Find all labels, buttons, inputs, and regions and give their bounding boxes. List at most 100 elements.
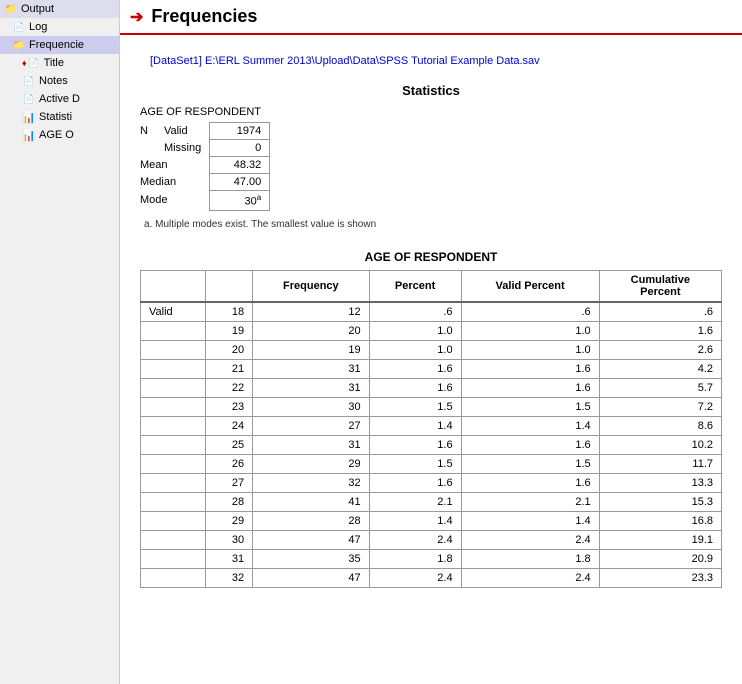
freq-group-label bbox=[141, 397, 206, 416]
freq-age-label: 28 bbox=[206, 492, 253, 511]
freq-age-label: 26 bbox=[206, 454, 253, 473]
freq-frequency: 31 bbox=[253, 359, 369, 378]
freq-age-label: 18 bbox=[206, 302, 253, 322]
sidebar: 📁 Output 📄 Log 📁 Frequencie ♦ 📄 Title 📄 … bbox=[0, 0, 120, 684]
freq-group-label: Valid bbox=[141, 302, 206, 322]
freq-group-label bbox=[141, 416, 206, 435]
freq-frequency: 31 bbox=[253, 435, 369, 454]
freq-cumulative-percent: .6 bbox=[599, 302, 721, 322]
freq-valid-percent: 2.4 bbox=[461, 568, 599, 587]
sidebar-item-title[interactable]: ♦ 📄 Title bbox=[0, 54, 119, 72]
sidebar-item-frequencies-label: Frequencie bbox=[29, 39, 84, 51]
freq-age-label: 23 bbox=[206, 397, 253, 416]
freq-valid-percent: 1.6 bbox=[461, 473, 599, 492]
freq-cumulative-percent: 10.2 bbox=[599, 435, 721, 454]
table-row: 20191.01.02.6 bbox=[141, 340, 722, 359]
freq-cumulative-percent: 16.8 bbox=[599, 511, 721, 530]
sidebar-item-output-label: Output bbox=[21, 3, 54, 15]
statistics-section: Statistics AGE OF RESPONDENT N Valid 197… bbox=[140, 83, 722, 230]
freq-group-label bbox=[141, 378, 206, 397]
col-header-percent: Percent bbox=[369, 270, 461, 302]
col-header-cumulative-percent: CumulativePercent bbox=[599, 270, 721, 302]
freq-percent: 1.6 bbox=[369, 435, 461, 454]
col-header-age bbox=[206, 270, 253, 302]
sidebar-item-active[interactable]: 📄 Active D bbox=[0, 90, 119, 108]
freq-group-label bbox=[141, 568, 206, 587]
freq-valid-percent: 1.6 bbox=[461, 435, 599, 454]
freq-percent: 1.4 bbox=[369, 416, 461, 435]
freq-group-label bbox=[141, 321, 206, 340]
freq-valid-percent: 2.1 bbox=[461, 492, 599, 511]
sidebar-item-output[interactable]: 📁 Output bbox=[0, 0, 119, 18]
table-header-row: Frequency Percent Valid Percent Cumulati… bbox=[141, 270, 722, 302]
freq-age-label: 29 bbox=[206, 511, 253, 530]
table-row: 30472.42.419.1 bbox=[141, 530, 722, 549]
freq-age-label: 25 bbox=[206, 435, 253, 454]
freq-percent: 1.8 bbox=[369, 549, 461, 568]
freq-cumulative-percent: 20.9 bbox=[599, 549, 721, 568]
col-header-frequency: Frequency bbox=[253, 270, 369, 302]
freq-valid-percent: 1.6 bbox=[461, 378, 599, 397]
freq-frequency: 12 bbox=[253, 302, 369, 322]
freq-age-label: 32 bbox=[206, 568, 253, 587]
freq-group-label bbox=[141, 530, 206, 549]
table-row: Mean 48.32 bbox=[140, 157, 270, 174]
mode-value: 30a bbox=[210, 191, 270, 211]
sidebar-item-statistics-label: Statisti bbox=[39, 111, 72, 123]
valid-value: 1974 bbox=[210, 123, 270, 140]
freq-cumulative-percent: 13.3 bbox=[599, 473, 721, 492]
freq-percent: 2.4 bbox=[369, 568, 461, 587]
table-row: 32472.42.423.3 bbox=[141, 568, 722, 587]
freq-valid-percent: 1.4 bbox=[461, 511, 599, 530]
table-row: 31351.81.820.9 bbox=[141, 549, 722, 568]
sidebar-item-log[interactable]: 📄 Log bbox=[0, 18, 119, 36]
dataset-link[interactable]: [DataSet1] E:\ERL Summer 2013\Upload\Dat… bbox=[140, 55, 722, 67]
freq-frequency: 31 bbox=[253, 378, 369, 397]
freq-group-label bbox=[141, 511, 206, 530]
freq-group-label bbox=[141, 454, 206, 473]
sidebar-item-age-output[interactable]: 📊 AGE O bbox=[0, 126, 119, 144]
freq-percent: .6 bbox=[369, 302, 461, 322]
freq-group-label bbox=[141, 492, 206, 511]
freq-age-label: 21 bbox=[206, 359, 253, 378]
freq-valid-percent: .6 bbox=[461, 302, 599, 322]
table-row: 25311.61.610.2 bbox=[141, 435, 722, 454]
sidebar-item-log-label: Log bbox=[29, 21, 47, 33]
freq-valid-percent: 1.8 bbox=[461, 549, 599, 568]
freq-percent: 2.1 bbox=[369, 492, 461, 511]
freq-age-label: 24 bbox=[206, 416, 253, 435]
table-row: 27321.61.613.3 bbox=[141, 473, 722, 492]
freq-frequency: 28 bbox=[253, 511, 369, 530]
freq-frequency: 32 bbox=[253, 473, 369, 492]
freq-age-label: 19 bbox=[206, 321, 253, 340]
freq-frequency: 47 bbox=[253, 530, 369, 549]
sidebar-item-frequencies[interactable]: 📁 Frequencie bbox=[0, 36, 119, 54]
title-icon: 📄 bbox=[27, 56, 41, 70]
freq-percent: 1.5 bbox=[369, 397, 461, 416]
mean-value: 48.32 bbox=[210, 157, 270, 174]
freq-group-label bbox=[141, 340, 206, 359]
empty-cell bbox=[140, 140, 156, 157]
freq-cumulative-percent: 4.2 bbox=[599, 359, 721, 378]
header-arrow-icon: ➔ bbox=[130, 7, 143, 27]
notes-icon: 📄 bbox=[22, 74, 36, 88]
log-icon: 📄 bbox=[12, 20, 26, 34]
freq-valid-percent: 1.0 bbox=[461, 340, 599, 359]
table-row: 26291.51.511.7 bbox=[141, 454, 722, 473]
frequency-table-section: AGE OF RESPONDENT Frequency Percent Vali… bbox=[140, 250, 722, 588]
sidebar-item-notes-label: Notes bbox=[39, 75, 68, 87]
active-icon: 📄 bbox=[22, 92, 36, 106]
table-row: 29281.41.416.8 bbox=[141, 511, 722, 530]
freq-percent: 1.6 bbox=[369, 378, 461, 397]
statistics-section-title: Statistics bbox=[140, 83, 722, 98]
content-area: [DataSet1] E:\ERL Summer 2013\Upload\Dat… bbox=[120, 45, 742, 598]
col-header-group bbox=[141, 270, 206, 302]
freq-frequency: 20 bbox=[253, 321, 369, 340]
mode-label: Mode bbox=[140, 191, 210, 211]
sidebar-item-statistics[interactable]: 📊 Statisti bbox=[0, 108, 119, 126]
sidebar-item-notes[interactable]: 📄 Notes bbox=[0, 72, 119, 90]
freq-cumulative-percent: 11.7 bbox=[599, 454, 721, 473]
frequency-table-title: AGE OF RESPONDENT bbox=[140, 250, 722, 264]
freq-cumulative-percent: 7.2 bbox=[599, 397, 721, 416]
freq-valid-percent: 2.4 bbox=[461, 530, 599, 549]
